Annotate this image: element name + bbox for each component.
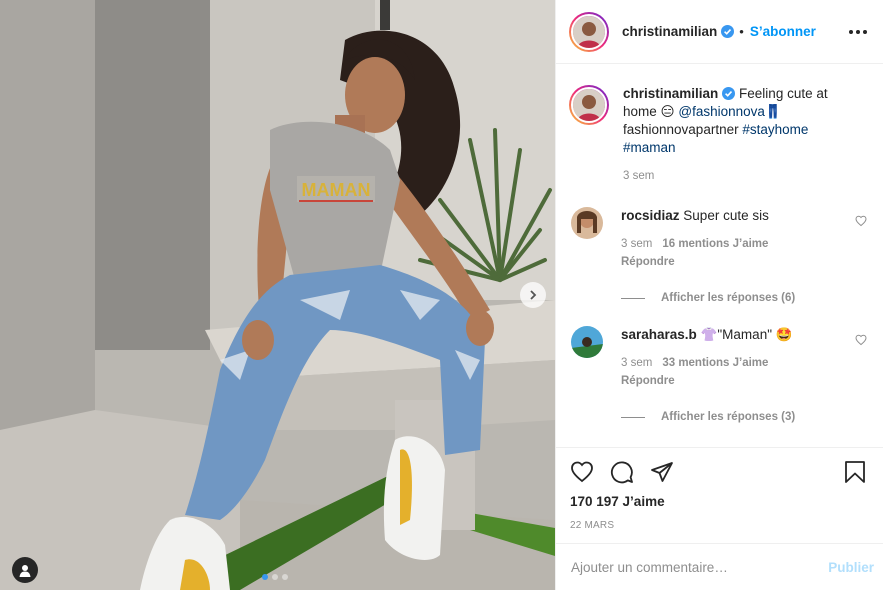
author-avatar[interactable] xyxy=(569,11,609,52)
heart-icon xyxy=(571,461,593,483)
reply-button[interactable]: Répondre xyxy=(621,372,793,390)
post-media: MAMAN xyxy=(0,0,555,590)
save-icon xyxy=(845,461,865,483)
comment-time[interactable]: 3 sem xyxy=(621,238,652,250)
caption-avatar[interactable] xyxy=(569,85,609,125)
caption-emoji: 😑 xyxy=(660,104,675,119)
comment-username[interactable]: rocsidiaz xyxy=(621,208,680,223)
comment-button[interactable] xyxy=(610,460,634,484)
verified-icon xyxy=(721,25,735,38)
user-tag-icon xyxy=(19,564,31,577)
caption-body: christinamilian Feeling cute at home 😑 @… xyxy=(623,85,843,185)
comment-username[interactable]: saraharas.b xyxy=(621,327,697,342)
follow-button[interactable]: S’abonner xyxy=(750,24,816,39)
reply-button[interactable]: Répondre xyxy=(621,253,769,271)
post-side-panel: christinamilian • S’abonner christinamil… xyxy=(555,0,883,590)
comments-list: christinamilian Feeling cute at home 😑 @… xyxy=(556,65,883,446)
verified-icon xyxy=(722,87,736,100)
likes-count[interactable]: 170 197 J’aime xyxy=(570,494,867,509)
comment-meta: 3 sem 16 mentions J’aime Répondre xyxy=(621,235,769,271)
comment-item: saraharas.b 👚"Maman" 🤩 3 sem 33 mentions … xyxy=(569,326,867,390)
post-date[interactable]: 22 MARS xyxy=(570,520,867,531)
hashtag-link[interactable]: #maman xyxy=(623,140,676,155)
hashtag-link[interactable]: #stayhome xyxy=(742,122,808,137)
save-button[interactable] xyxy=(843,460,867,484)
comment-item: rocsidiaz Super cute sis 3 sem 16 mention… xyxy=(569,207,867,271)
carousel-dot xyxy=(272,574,278,580)
post-header: christinamilian • S’abonner xyxy=(556,0,883,64)
comment-text: Super cute sis xyxy=(683,208,769,223)
commenter-avatar[interactable] xyxy=(571,326,603,358)
caption-text: fashionnovapartner xyxy=(623,122,739,137)
post-actions: 170 197 J’aime 22 MARS xyxy=(556,447,883,531)
view-replies-button[interactable]: Afficher les réponses (3) xyxy=(621,411,867,423)
view-replies-label: Afficher les réponses (6) xyxy=(661,292,796,304)
user-tags-button[interactable] xyxy=(12,557,38,583)
add-comment-form: Publier xyxy=(556,543,883,590)
comment-input[interactable] xyxy=(571,559,829,575)
more-options-button[interactable] xyxy=(849,29,867,34)
view-replies-label: Afficher les réponses (3) xyxy=(661,411,796,423)
caption-time[interactable]: 3 sem xyxy=(623,167,843,185)
caption-username[interactable]: christinamilian xyxy=(623,86,718,101)
comment-body: rocsidiaz Super cute sis 3 sem 16 mention… xyxy=(621,207,769,271)
view-replies-button[interactable]: Afficher les réponses (6) xyxy=(621,292,867,304)
chevron-right-icon xyxy=(530,290,537,300)
instagram-post: MAMAN christinamilian • S’abonner christ… xyxy=(0,0,883,590)
caption-mention-link[interactable]: @fashionnova xyxy=(678,104,765,119)
comment-body: saraharas.b 👚"Maman" 🤩 3 sem 33 mentions … xyxy=(621,326,793,390)
comment-likes[interactable]: 16 mentions J’aime xyxy=(662,238,768,250)
comment-emoji: 👚 xyxy=(700,327,718,342)
replies-divider xyxy=(621,416,645,418)
comment-icon xyxy=(610,461,633,484)
like-button[interactable] xyxy=(570,460,594,484)
caption-emoji: 👖 xyxy=(764,104,782,119)
header-separator: • xyxy=(739,24,744,39)
author-username[interactable]: christinamilian xyxy=(622,24,717,39)
shirt-print: MAMAN xyxy=(302,180,371,200)
comment-text: "Maman" xyxy=(717,327,772,342)
post-photo: MAMAN xyxy=(0,0,555,590)
comment-emoji: 🤩 xyxy=(775,327,793,342)
comment-like-icon[interactable] xyxy=(855,334,867,346)
comment-time[interactable]: 3 sem xyxy=(621,357,652,369)
share-icon xyxy=(651,462,673,482)
comment-likes[interactable]: 33 mentions J’aime xyxy=(662,357,768,369)
comment-like-icon[interactable] xyxy=(855,215,867,227)
more-icon xyxy=(849,29,853,34)
share-button[interactable] xyxy=(650,460,674,484)
post-caption: christinamilian Feeling cute at home 😑 @… xyxy=(569,85,867,185)
carousel-dot xyxy=(262,574,268,580)
carousel-dot xyxy=(282,574,288,580)
comment-meta: 3 sem 33 mentions J’aime Répondre xyxy=(621,354,793,390)
publish-button[interactable]: Publier xyxy=(828,560,874,575)
action-bar xyxy=(570,460,867,484)
carousel-next-button[interactable] xyxy=(520,282,546,308)
replies-divider xyxy=(621,297,645,299)
carousel-dots xyxy=(262,574,288,580)
commenter-avatar[interactable] xyxy=(571,207,603,239)
